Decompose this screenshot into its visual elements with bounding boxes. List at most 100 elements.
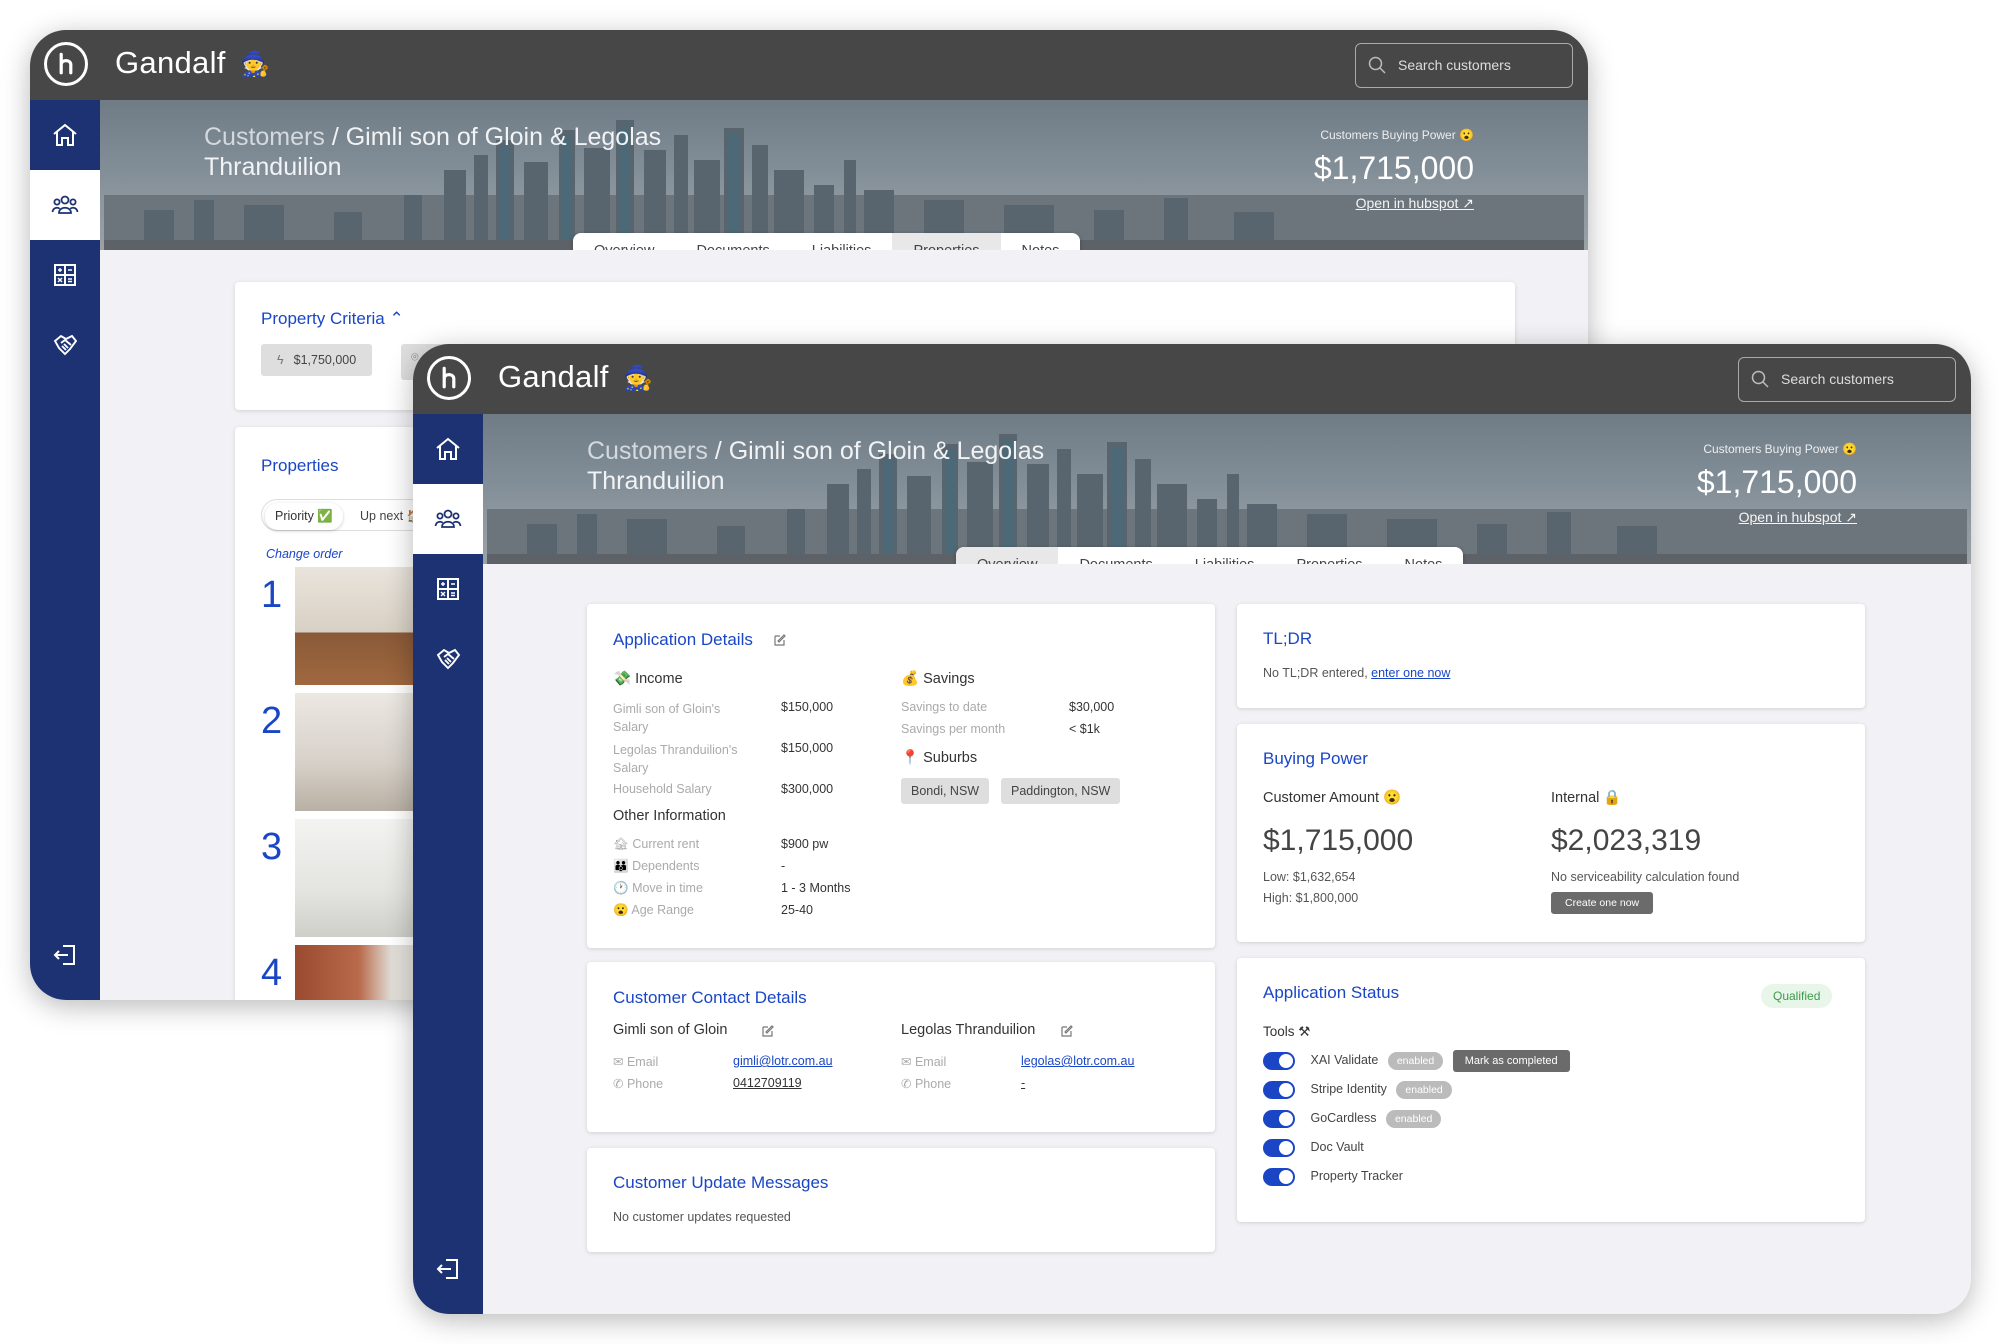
nav-home[interactable] <box>30 100 100 170</box>
rank-number: 1 <box>261 574 283 616</box>
edit-icon[interactable] <box>1060 1024 1074 1038</box>
edit-icon[interactable] <box>761 1024 775 1038</box>
nav-home[interactable] <box>413 414 483 484</box>
tool-row: Doc Vault <box>1263 1139 1364 1157</box>
tool-name: Doc Vault <box>1310 1140 1364 1155</box>
buying-power-label: Customers Buying Power 😮 <box>1703 442 1857 456</box>
customer-amount-value: $1,715,000 <box>1263 824 1414 857</box>
phone-link[interactable]: 0412709119 <box>733 1076 802 1090</box>
edit-icon[interactable] <box>773 633 787 647</box>
rank-number: 2 <box>261 700 283 742</box>
high-estimate: High: $1,800,000 <box>1263 891 1358 905</box>
suburbs-heading: 📍 Suburbs <box>901 749 977 766</box>
nav-logout[interactable] <box>413 1234 483 1304</box>
buying-power-summary: Customers Buying Power 😮 $1,715,000 Open… <box>1697 442 1857 526</box>
email-link[interactable]: legolas@lotr.com.au <box>1021 1054 1134 1068</box>
low-label: Low: <box>1263 870 1290 884</box>
segment-priority[interactable]: Priority ✅ <box>265 503 343 530</box>
property-criteria-title[interactable]: Property Criteria ⌃ <box>261 309 404 329</box>
low-value: $1,632,654 <box>1292 870 1356 884</box>
income-label: Gimli son of Gloin's Salary <box>613 702 721 734</box>
breadcrumb-customers[interactable]: Customers <box>587 437 708 465</box>
criteria-price-chip[interactable]: ϟ $1,750,000 <box>261 344 373 376</box>
tldr-empty-text: No TL;DR entered, <box>1263 666 1372 680</box>
savings-value: < $1k <box>1069 722 1100 736</box>
nav-customers[interactable] <box>413 484 483 554</box>
email-label: Email <box>914 1055 947 1069</box>
other-info-value: - <box>781 859 786 873</box>
header-banner: Customers / Gimli son of Gloin & Legolas… <box>483 414 1971 564</box>
front-app-window: Gandalf 🧙 Search customers Customers / G… <box>413 344 1971 1314</box>
phone-icon: ✆ <box>613 1077 624 1091</box>
app-logo-icon[interactable] <box>44 42 88 86</box>
rank-number: 3 <box>261 826 283 868</box>
search-input[interactable]: Search customers <box>1738 357 1956 402</box>
qualified-badge: Qualified <box>1761 984 1833 1008</box>
other-info-value: $900 pw <box>781 837 829 851</box>
buying-power-card: Buying Power Customer Amount 😮 $1,715,00… <box>1237 724 1865 942</box>
email-link[interactable]: gimli@lotr.com.au <box>733 1054 833 1068</box>
tool-toggle[interactable] <box>1263 1168 1295 1186</box>
tool-row: XAI Validate enabled Mark as completed <box>1263 1050 1570 1072</box>
home-icon <box>434 435 462 463</box>
top-bar: Gandalf 🧙 Search customers <box>413 344 1971 414</box>
search-icon <box>1751 370 1769 388</box>
savings-value: $30,000 <box>1069 700 1115 714</box>
enabled-badge: enabled <box>1385 1110 1442 1129</box>
application-status-title: Application Status <box>1263 983 1400 1002</box>
nav-customers[interactable] <box>30 170 100 240</box>
tool-toggle[interactable] <box>1263 1139 1295 1157</box>
other-info-row: 👪 Dependents <box>613 859 699 874</box>
high-value: $1,800,000 <box>1295 891 1359 905</box>
logout-icon <box>51 941 79 969</box>
income-value: $300,000 <box>781 782 834 796</box>
buying-power-amount: $1,715,000 <box>1696 464 1857 500</box>
tldr-card: TL;DR No TL;DR entered, enter one now <box>1237 604 1865 708</box>
phone-icon: ✆ <box>901 1077 912 1091</box>
suburbs-title: Suburbs <box>923 750 978 766</box>
hubspot-link[interactable]: Open in hubspot ↗ <box>1697 509 1857 526</box>
breadcrumb-customers[interactable]: Customers <box>204 123 325 151</box>
breadcrumb: Customers / Gimli son of Gloin & Legolas… <box>204 122 724 182</box>
income-title: Income <box>635 671 683 687</box>
buying-power-title: Buying Power <box>1263 749 1368 768</box>
home-icon <box>51 121 79 149</box>
money-bag-icon: 💰 <box>901 671 920 687</box>
internal-amount-label: Internal 🔒 <box>1551 790 1622 806</box>
mark-completed-button[interactable]: Mark as completed <box>1452 1050 1570 1072</box>
tool-toggle[interactable] <box>1263 1051 1295 1070</box>
suburb-chip[interactable]: Paddington, NSW <box>1001 778 1121 804</box>
calculator-icon <box>51 261 79 289</box>
phone-label: Phone <box>914 1077 952 1091</box>
nav-deals[interactable] <box>30 310 100 380</box>
nav-calculator[interactable] <box>413 554 483 624</box>
criteria-price: $1,750,000 <box>293 353 357 367</box>
email-row: ✉ Email <box>901 1054 946 1069</box>
customer-updates-card: Customer Update Messages No customer upd… <box>587 1148 1215 1252</box>
phone-link[interactable]: - <box>1021 1076 1025 1090</box>
nav-calculator[interactable] <box>30 240 100 310</box>
hubspot-link[interactable]: Open in hubspot ↗ <box>1314 195 1474 212</box>
tool-toggle[interactable] <box>1263 1110 1295 1128</box>
suburb-chip[interactable]: Bondi, NSW <box>901 778 990 804</box>
sidebar <box>30 100 100 1000</box>
nav-deals[interactable] <box>413 624 483 694</box>
brand-name: Gandalf <box>115 45 226 80</box>
search-placeholder: Search customers <box>1781 371 1894 387</box>
logout-icon <box>434 1255 462 1283</box>
change-order-link[interactable]: Change order <box>266 547 342 561</box>
tool-toggle[interactable] <box>1263 1081 1295 1099</box>
other-info-label: Move in time <box>632 881 703 895</box>
search-input[interactable]: Search customers <box>1355 43 1573 88</box>
enter-tldr-link[interactable]: enter one now <box>1371 666 1450 680</box>
nav-logout[interactable] <box>30 920 100 990</box>
lightning-icon: ϟ <box>277 353 284 367</box>
contact-details-card: Customer Contact Details Gimli son of Gl… <box>587 962 1215 1132</box>
tldr-text: No TL;DR entered, enter one now <box>1263 666 1450 680</box>
handshake-icon <box>434 645 462 673</box>
income-heading: 💸 Income <box>613 670 683 687</box>
create-calculation-button[interactable]: Create one now <box>1551 892 1654 914</box>
tool-name: GoCardless <box>1310 1111 1377 1126</box>
app-logo-icon[interactable] <box>427 356 471 400</box>
other-information-title: Other Information <box>613 808 726 824</box>
